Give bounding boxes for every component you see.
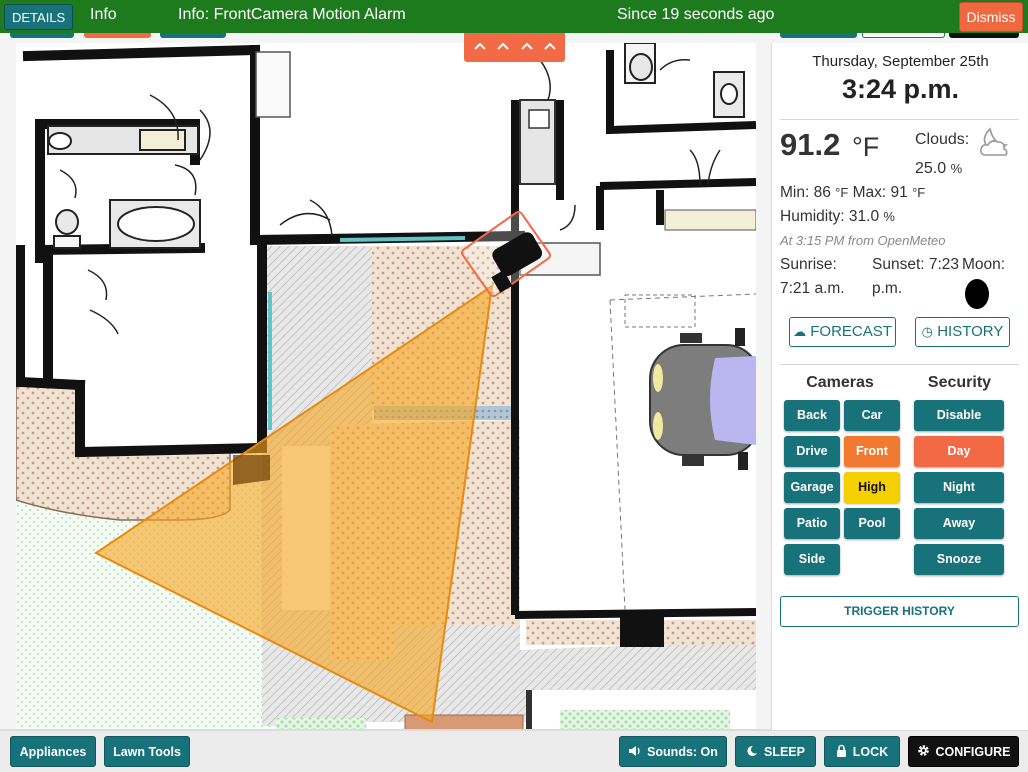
temperature-value: 91.2 <box>780 127 841 162</box>
camera-button-pool[interactable]: Pool <box>844 508 900 539</box>
current-date: Thursday, September 25th <box>812 53 989 70</box>
camera-button-side[interactable]: Side <box>784 544 840 575</box>
camera-button-high[interactable]: High <box>844 472 900 503</box>
notification-age: Since 19 seconds ago <box>617 6 775 23</box>
history-icon: ◷ <box>921 324 934 339</box>
lock-icon <box>836 738 847 769</box>
cloud-moon-icon <box>980 127 1009 156</box>
gear-icon <box>917 738 930 769</box>
security-button-snooze[interactable]: Snooze <box>914 544 1004 575</box>
camera-button-car[interactable]: Car <box>844 400 900 431</box>
moon: Moon: <box>962 256 1006 273</box>
cameras-header: Cameras <box>806 374 874 391</box>
clouds-value: 25.0 % <box>915 160 963 177</box>
details-button[interactable]: DETAILS <box>4 4 74 30</box>
sleep-button[interactable]: SLEEP <box>735 736 816 767</box>
notification-level: Info <box>90 6 117 23</box>
sounds-button[interactable]: Sounds: On <box>619 736 727 767</box>
appliances-button[interactable]: Appliances <box>10 736 96 767</box>
hidden-control[interactable] <box>780 33 857 38</box>
humidity: Humidity: 31.0 % <box>780 208 895 225</box>
weather-source: At 3:15 PM from OpenMeteo <box>780 233 946 248</box>
min-max: Min: 86 °F Max: 91 °F <box>780 184 926 201</box>
speaker-icon <box>628 738 641 769</box>
security-button-night[interactable]: Night <box>914 472 1004 503</box>
clouds-label: Clouds: <box>915 131 970 148</box>
divider <box>780 119 1019 120</box>
dismiss-button[interactable]: Dismiss <box>959 2 1023 32</box>
camera-button-garage[interactable]: Garage <box>784 472 840 503</box>
sunrise: Sunrise: 7:21 a.m. <box>780 256 845 297</box>
hidden-control[interactable] <box>84 33 151 38</box>
cloud-icon: ☁ <box>793 324 807 339</box>
hidden-control[interactable] <box>10 33 74 38</box>
current-time: 3:24 p.m. <box>841 74 960 104</box>
weather-security-panel: Thursday, September 25th 3:24 p.m. 91.2 … <box>771 43 1028 730</box>
temperature-unit: °F <box>852 132 880 162</box>
map-pan-up-control[interactable] <box>464 33 565 62</box>
history-button[interactable]: ◷ HISTORY <box>915 317 1010 347</box>
moon-phase-icon <box>965 279 989 309</box>
trigger-history-button[interactable]: TRIGGER HISTORY <box>780 596 1019 627</box>
notification-message: Info: FrontCamera Motion Alarm <box>178 6 406 23</box>
divider <box>780 364 1019 365</box>
bottom-toolbar: Appliances Lawn Tools Sounds: On SLEEP L… <box>0 731 1028 772</box>
lawn-tools-button[interactable]: Lawn Tools <box>104 736 190 767</box>
camera-button-front[interactable]: Front <box>844 436 900 467</box>
floor-plan-map[interactable] <box>16 43 756 730</box>
notification-banner: DETAILS Info Info: FrontCamera Motion Al… <box>0 0 1028 33</box>
forecast-button[interactable]: ☁ FORECAST <box>789 317 896 347</box>
security-button-disable[interactable]: Disable <box>914 400 1004 431</box>
sunset: Sunset: 7:23 p.m. <box>872 256 960 297</box>
camera-button-patio[interactable]: Patio <box>784 508 840 539</box>
security-header: Security <box>927 374 992 391</box>
configure-button[interactable]: CONFIGURE <box>908 736 1019 767</box>
camera-button-back[interactable]: Back <box>784 400 840 431</box>
moon-icon <box>746 738 758 769</box>
camera-button-drive[interactable]: Drive <box>784 436 840 467</box>
security-button-away[interactable]: Away <box>914 508 1004 539</box>
floor-plan-drawing <box>16 43 756 730</box>
security-button-day[interactable]: Day <box>914 436 1004 467</box>
car-icon <box>649 328 756 470</box>
hidden-control[interactable] <box>160 33 226 38</box>
hidden-control[interactable] <box>862 33 945 38</box>
lock-button[interactable]: LOCK <box>824 736 900 767</box>
hidden-control[interactable] <box>949 33 1019 38</box>
